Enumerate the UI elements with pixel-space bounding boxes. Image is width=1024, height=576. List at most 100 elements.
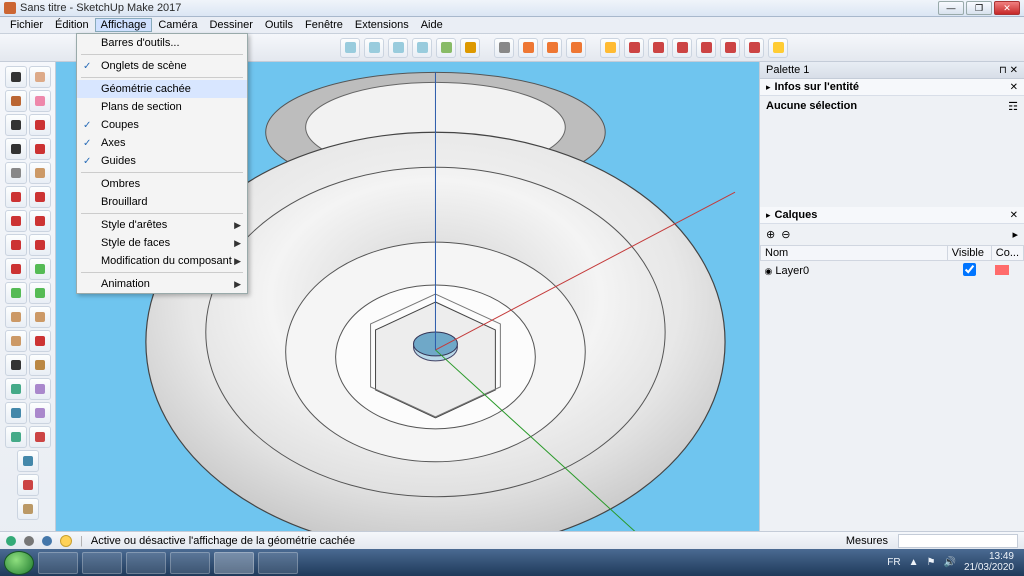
tool-8-0[interactable] (5, 258, 27, 280)
close-button[interactable]: ✕ (994, 1, 1020, 15)
menu-outils[interactable]: Outils (259, 18, 299, 32)
menu-item-axes[interactable]: ✓Axes (77, 134, 247, 152)
tray-lang[interactable]: FR (887, 557, 900, 568)
tool-12-1[interactable] (29, 354, 51, 376)
menu-édition[interactable]: Édition (49, 18, 95, 32)
tool-17-0[interactable] (17, 474, 39, 496)
move-button[interactable] (600, 38, 620, 58)
minimize-button[interactable]: — (938, 1, 964, 15)
tool-12-0[interactable] (5, 354, 27, 376)
layers-close-icon[interactable]: ✕ (1010, 210, 1018, 221)
menu-item-g-om-trie-cach-e[interactable]: Géométrie cachée (77, 80, 247, 98)
col-color[interactable]: Co... (991, 246, 1023, 261)
tool-4-0[interactable] (5, 162, 27, 184)
tool-9-1[interactable] (29, 282, 51, 304)
tool-3-1[interactable] (29, 138, 51, 160)
menu-fenêtre[interactable]: Fenêtre (299, 18, 349, 32)
tool-8-1[interactable] (29, 258, 51, 280)
follow-button[interactable] (696, 38, 716, 58)
layer-visible-checkbox[interactable] (963, 263, 976, 276)
tool-5-0[interactable] (5, 186, 27, 208)
add-layer-button[interactable]: ⊕ (766, 228, 775, 241)
menu-extensions[interactable]: Extensions (349, 18, 415, 32)
menu-item-coupes[interactable]: ✓Coupes (77, 116, 247, 134)
table-row[interactable]: ◉ Layer0 (761, 261, 1024, 282)
menu-item-brouillard[interactable]: Brouillard (77, 193, 247, 211)
scale-button[interactable] (648, 38, 668, 58)
task-media[interactable] (126, 552, 166, 574)
tool-1-1[interactable] (29, 90, 51, 112)
tool-11-1[interactable] (29, 330, 51, 352)
task-sketchup[interactable] (214, 552, 254, 574)
tool-2-1[interactable] (29, 114, 51, 136)
cube1-button[interactable] (340, 38, 360, 58)
menu-item-ombres[interactable]: Ombres (77, 175, 247, 193)
system-tray[interactable]: FR ▲ ⚑ 🔊 13:49 21/03/2020 (887, 552, 1020, 573)
col-name[interactable]: Nom (761, 246, 948, 261)
cube2-button[interactable] (364, 38, 384, 58)
layers-header[interactable]: ▸ Calques ✕ (760, 207, 1024, 224)
offset-button[interactable] (720, 38, 740, 58)
layers-menu-button[interactable]: ▸ (1012, 228, 1018, 241)
tool-14-1[interactable] (29, 402, 51, 424)
tool-9-0[interactable] (5, 282, 27, 304)
entity-details-icon[interactable]: ☶ (1008, 100, 1018, 113)
tool-1-0[interactable] (5, 90, 27, 112)
menu-item-style-de-faces[interactable]: Style de faces▶ (77, 234, 247, 252)
menu-fichier[interactable]: Fichier (4, 18, 49, 32)
remove-layer-button[interactable]: ⊖ (781, 228, 790, 241)
menu-item-modification-du-composant[interactable]: Modification du composant▶ (77, 252, 247, 270)
entity-close-icon[interactable]: ✕ (1010, 82, 1018, 93)
menu-affichage[interactable]: Affichage (95, 18, 153, 32)
start-button[interactable] (4, 551, 34, 575)
task-ie[interactable] (38, 552, 78, 574)
menu-item-guides[interactable]: ✓Guides (77, 152, 247, 170)
warn-button[interactable] (566, 38, 586, 58)
tool-10-1[interactable] (29, 306, 51, 328)
menu-item-onglets-de-sc-ne[interactable]: ✓Onglets de scène (77, 57, 247, 75)
menu-dessiner[interactable]: Dessiner (203, 18, 258, 32)
tool-0-0[interactable] (5, 66, 27, 88)
task-doc[interactable] (258, 552, 298, 574)
tool-2-0[interactable] (5, 114, 27, 136)
tool-15-0[interactable] (5, 426, 27, 448)
gears-button[interactable] (768, 38, 788, 58)
tool-3-0[interactable] (5, 138, 27, 160)
maximize-button[interactable]: ❐ (966, 1, 992, 15)
tool-13-1[interactable] (29, 378, 51, 400)
tool-4-1[interactable] (29, 162, 51, 184)
sel3-button[interactable] (542, 38, 562, 58)
menu-item-barres-d-outils-[interactable]: Barres d'outils... (77, 34, 247, 52)
menu-item-animation[interactable]: Animation▶ (77, 275, 247, 293)
push-button[interactable] (672, 38, 692, 58)
tool-6-1[interactable] (29, 210, 51, 232)
sel2-button[interactable] (518, 38, 538, 58)
brush-button[interactable] (436, 38, 456, 58)
tool-7-1[interactable] (29, 234, 51, 256)
rot-button[interactable] (624, 38, 644, 58)
menu-item-plans-de-section[interactable]: Plans de section (77, 98, 247, 116)
tool-16-0[interactable] (17, 450, 39, 472)
tool-5-1[interactable] (29, 186, 51, 208)
sel1-button[interactable] (494, 38, 514, 58)
tool-6-0[interactable] (5, 210, 27, 232)
cube3-button[interactable] (388, 38, 408, 58)
tool-11-0[interactable] (5, 330, 27, 352)
menu-aide[interactable]: Aide (415, 18, 449, 32)
palette-pin-icon[interactable]: ⊓ ✕ (999, 65, 1018, 76)
tool-7-0[interactable] (5, 234, 27, 256)
tool-13-0[interactable] (5, 378, 27, 400)
palette-button[interactable] (460, 38, 480, 58)
tool-18-0[interactable] (17, 498, 39, 520)
tool-14-0[interactable] (5, 402, 27, 424)
menu-item-style-d-ar-tes[interactable]: Style d'arêtes▶ (77, 216, 247, 234)
cube4-button[interactable] (412, 38, 432, 58)
col-visible[interactable]: Visible (947, 246, 991, 261)
palette-header[interactable]: Palette 1 ⊓ ✕ (760, 62, 1024, 79)
sun-button[interactable] (744, 38, 764, 58)
layer-color-swatch[interactable] (995, 265, 1009, 275)
menu-caméra[interactable]: Caméra (152, 18, 203, 32)
measures-input[interactable] (898, 534, 1018, 548)
tool-15-1[interactable] (29, 426, 51, 448)
task-explorer[interactable] (82, 552, 122, 574)
